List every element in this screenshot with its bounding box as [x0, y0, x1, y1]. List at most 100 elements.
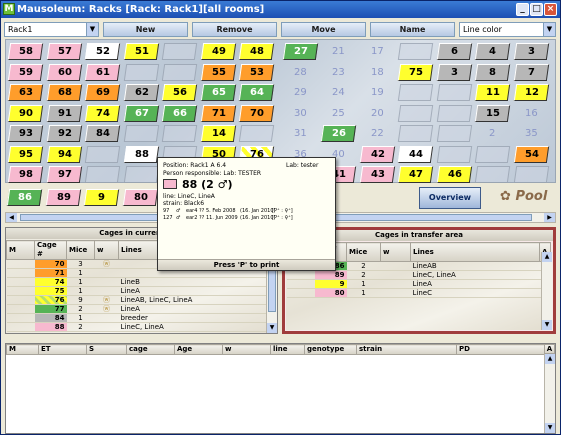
cage-35[interactable]: 35	[513, 125, 548, 142]
scroll-right-icon[interactable]: ▶	[544, 213, 555, 222]
chevron-down-icon[interactable]: ▼	[86, 23, 98, 36]
col-strain[interactable]: strain	[356, 344, 457, 355]
cage-3[interactable]: 3	[513, 43, 549, 60]
col-m[interactable]: M	[6, 344, 39, 355]
col-et[interactable]: ET	[38, 344, 87, 355]
cage-4[interactable]: 4	[474, 43, 511, 60]
cage-25[interactable]: 25	[321, 105, 356, 122]
table-row[interactable]: 75 1 LineA	[6, 286, 266, 296]
chevron-down-icon[interactable]: ▼	[543, 23, 555, 36]
scroll-down-icon[interactable]: ▼	[267, 323, 277, 333]
empty-cage-slot[interactable]	[436, 84, 472, 101]
color-select[interactable]: Line color ▼	[459, 22, 556, 37]
cage-49[interactable]: 49	[200, 43, 236, 60]
cage-65[interactable]: 65	[200, 84, 236, 101]
empty-cage-slot[interactable]	[474, 166, 511, 183]
cage-94[interactable]: 94	[46, 145, 82, 163]
cage-27[interactable]: 27	[282, 43, 318, 60]
transfer-cage-80[interactable]: 80	[122, 189, 158, 206]
col-cage[interactable]: cage	[126, 344, 175, 355]
overview-button[interactable]: Overview	[419, 187, 481, 209]
col-line[interactable]: line	[270, 344, 305, 355]
empty-cage-slot[interactable]	[161, 63, 198, 81]
cage-30[interactable]: 30	[282, 105, 317, 122]
col-w[interactable]: w	[94, 240, 119, 260]
cage-16[interactable]: 16	[513, 105, 548, 122]
transfer-cage-89[interactable]: 89	[45, 189, 81, 206]
cage-31[interactable]: 31	[282, 125, 317, 142]
cage-21[interactable]: 21	[321, 43, 356, 60]
cage-11[interactable]: 11	[474, 84, 511, 101]
cage-17[interactable]: 17	[359, 43, 394, 60]
col-s[interactable]: S	[86, 344, 127, 355]
col-genotype[interactable]: genotype	[304, 344, 357, 355]
scroll-up-icon[interactable]: ▲	[545, 354, 555, 364]
empty-cage-slot[interactable]	[513, 166, 549, 183]
cage-84[interactable]: 84	[84, 125, 121, 142]
empty-cage-slot[interactable]	[123, 166, 159, 183]
scroll-down-icon[interactable]: ▼	[545, 423, 555, 433]
cage-58[interactable]: 58	[7, 43, 44, 60]
col-pd[interactable]: PD	[456, 344, 545, 355]
pool-button[interactable]: ✿ Pool	[500, 187, 547, 209]
cage-29[interactable]: 29	[282, 84, 317, 101]
table-row[interactable]: 89 2 LineC, LineA	[286, 270, 551, 280]
cage-19[interactable]: 19	[359, 84, 394, 101]
transfer-cage-86[interactable]: 86	[6, 189, 43, 206]
empty-cage-slot[interactable]	[474, 145, 511, 163]
cage-92[interactable]: 92	[46, 125, 82, 142]
cage-56[interactable]: 56	[161, 84, 198, 101]
col-cage[interactable]: Cage #	[34, 240, 67, 260]
empty-cage-slot[interactable]	[436, 125, 472, 142]
cage-14[interactable]: 14	[200, 125, 236, 142]
cage-52[interactable]: 52	[84, 43, 121, 60]
table-row[interactable]: 76 9 ⓦ LineAB, LineC, LineA	[6, 295, 266, 305]
cage-59[interactable]: 59	[7, 63, 44, 81]
cage-62[interactable]: 62	[123, 84, 159, 101]
empty-cage-slot[interactable]	[397, 104, 434, 122]
move-button[interactable]: Move	[281, 22, 366, 37]
maximize-button[interactable]: □	[530, 3, 543, 16]
cage-67[interactable]: 67	[123, 104, 159, 122]
cage-55[interactable]: 55	[200, 63, 236, 81]
col-a[interactable]: A	[544, 344, 555, 354]
table-row[interactable]: 74 1 LineB	[6, 277, 266, 287]
cage-69[interactable]: 69	[84, 84, 121, 101]
scroll-down-icon[interactable]: ▼	[542, 320, 552, 330]
empty-cage-slot[interactable]	[161, 125, 198, 142]
cage-6[interactable]: 6	[436, 43, 472, 60]
empty-cage-slot[interactable]	[84, 145, 121, 163]
cage-60[interactable]: 60	[46, 63, 82, 81]
col-mice[interactable]: Mice	[66, 240, 95, 260]
cage-71[interactable]: 71	[200, 104, 236, 122]
remove-button[interactable]: Remove	[192, 22, 277, 37]
cage-97[interactable]: 97	[46, 166, 82, 183]
cage-64[interactable]: 64	[238, 84, 275, 101]
cage-46[interactable]: 46	[436, 166, 472, 183]
cage-43[interactable]: 43	[359, 166, 395, 183]
cage-57[interactable]: 57	[46, 43, 82, 60]
minimize-button[interactable]: _	[516, 3, 529, 16]
cage-93[interactable]: 93	[7, 125, 44, 142]
empty-cage-slot[interactable]	[397, 125, 434, 142]
cage-68[interactable]: 68	[46, 84, 82, 101]
empty-cage-slot[interactable]	[397, 43, 434, 60]
cage-22[interactable]: 22	[359, 125, 394, 142]
scroll-left-icon[interactable]: ◀	[6, 213, 17, 222]
cage-88[interactable]: 88	[123, 145, 159, 163]
cage-91[interactable]: 91	[46, 104, 82, 122]
cage-70[interactable]: 70	[238, 104, 275, 122]
cage-18[interactable]: 18	[359, 64, 394, 81]
table-row[interactable]: 88 2 LineC, LineA	[6, 322, 266, 332]
col-w[interactable]: w	[222, 344, 271, 355]
cage-44[interactable]: 44	[397, 145, 434, 163]
transfer-cage-9[interactable]: 9	[83, 189, 120, 206]
cage-54[interactable]: 54	[513, 145, 549, 163]
col-age[interactable]: Age	[174, 344, 223, 355]
rack-select[interactable]: Rack1 ▼	[4, 22, 99, 37]
cage-26[interactable]: 26	[320, 125, 357, 142]
empty-cage-slot[interactable]	[123, 125, 159, 142]
transfer-vertical-scrollbar[interactable]: ▲ ▼	[541, 252, 552, 330]
empty-cage-slot[interactable]	[161, 43, 198, 60]
empty-cage-slot[interactable]	[238, 125, 275, 142]
